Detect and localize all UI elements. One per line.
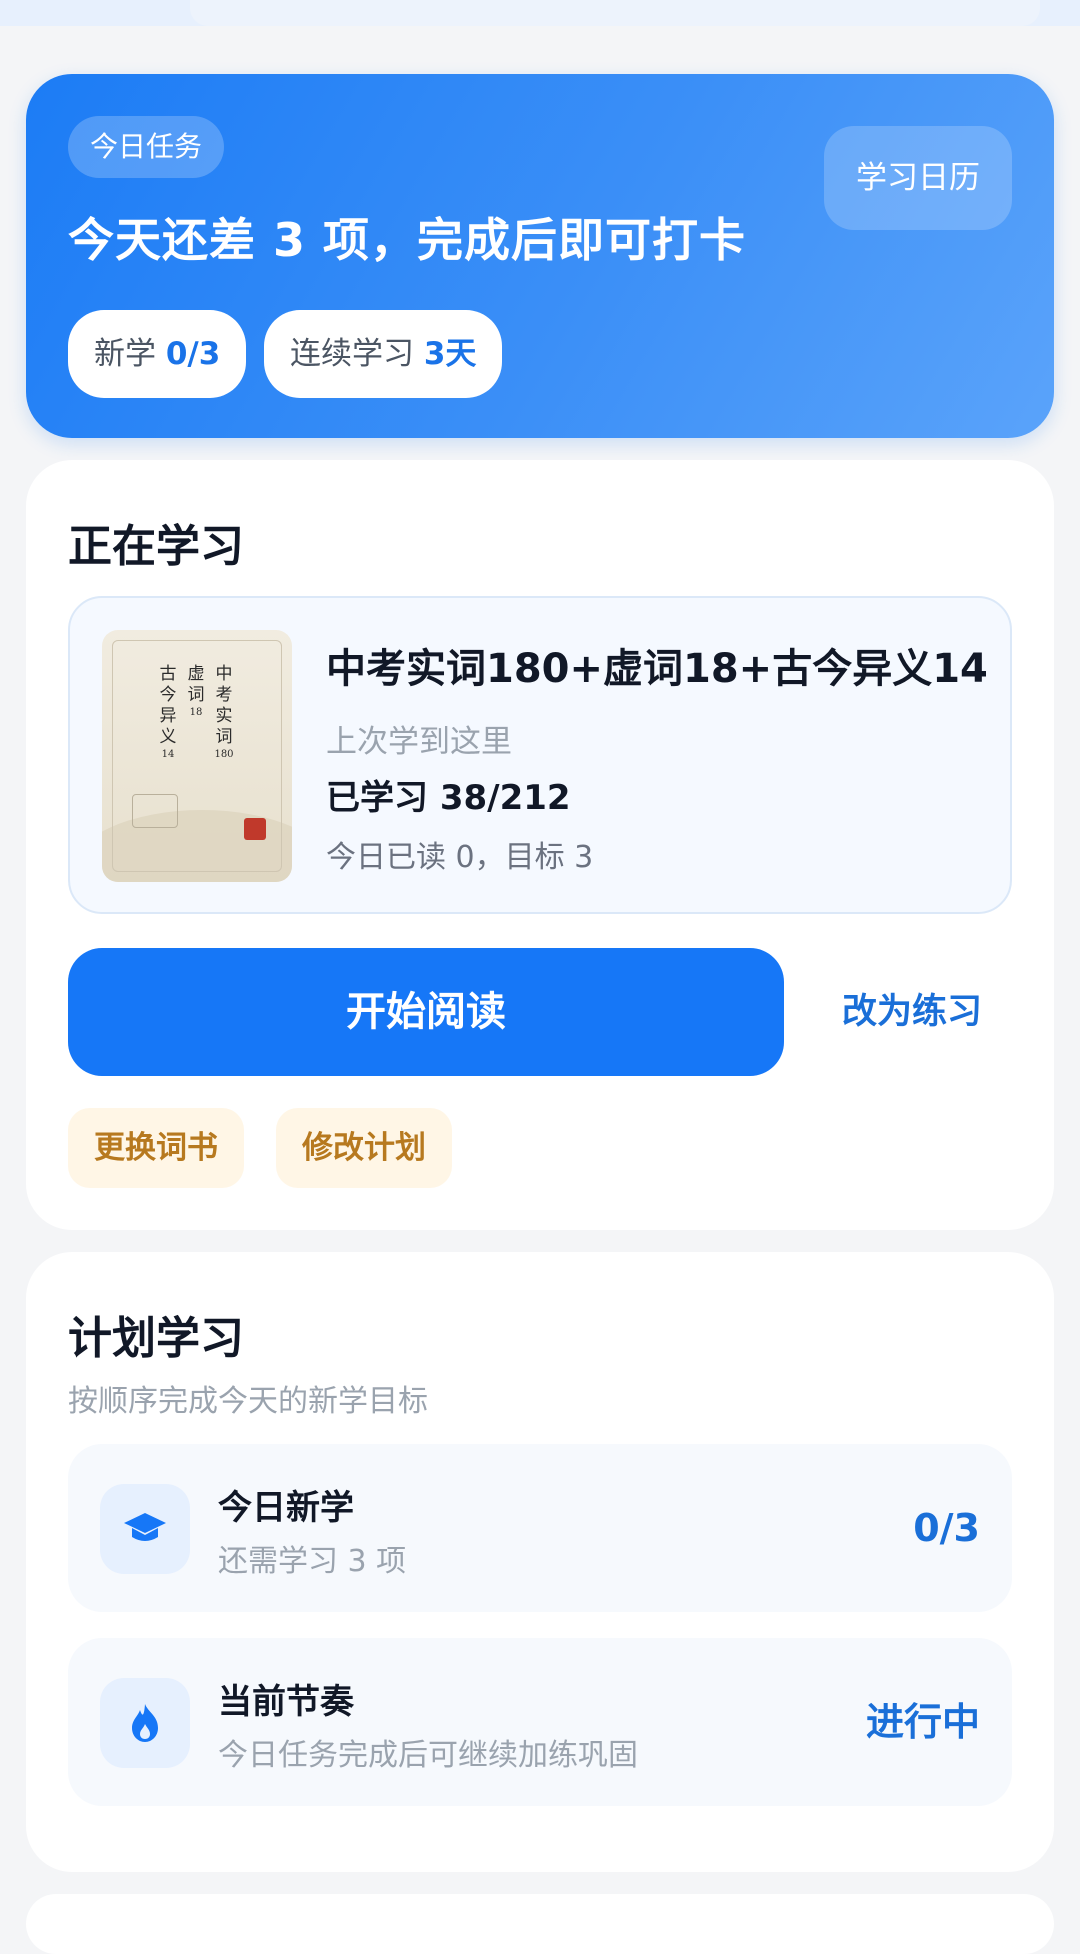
last-position-label: 上次学到这里 (326, 724, 512, 760)
study-calendar-button[interactable]: 学习日历 (824, 126, 1012, 230)
cover-text-col3: 古今异义 14 (159, 664, 177, 760)
graduation-cap-icon (100, 1484, 190, 1574)
flame-icon (100, 1678, 190, 1768)
top-strip (0, 0, 1080, 26)
new-learn-value: 0/3 (165, 336, 221, 372)
plan-item-value: 进行中 (865, 1700, 980, 1744)
plan-item-desc: 今日任务完成后可继续加练巩固 (218, 1738, 638, 1773)
change-book-button[interactable]: 更换词书 (68, 1108, 244, 1188)
studying-title: 正在学习 (68, 521, 244, 572)
plan-item-name: 今日新学 (218, 1488, 354, 1528)
book-progress: 已学习 38/212 (326, 778, 571, 818)
book-title: 中考实词180+虚词18+古今异义14 (326, 646, 988, 692)
plan-title: 计划学习 (68, 1313, 244, 1364)
streak-label: 连续学习 (290, 336, 414, 372)
streak-value: 3天 (423, 336, 477, 372)
plan-item-desc: 还需学习 3 项 (218, 1544, 407, 1579)
new-learn-chip: 新学 0/3 (68, 310, 247, 398)
cover-stamp-icon (132, 794, 178, 828)
cover-text-col1: 中考实词 180 (214, 664, 234, 760)
task-banner: 今日任务 今天还差 3 项，完成后即可打卡 学习日历 新学 0/3 连续学习 3… (26, 74, 1054, 438)
plan-card: 计划学习 按顺序完成今天的新学目标 今日新学 还需学习 3 项 0/3 当前节奏… (26, 1252, 1054, 1872)
cover-seal-icon (244, 818, 266, 840)
top-tab-bar (190, 0, 1040, 26)
plan-item-value: 0/3 (913, 1506, 980, 1550)
plan-subtitle: 按顺序完成今天的新学目标 (68, 1384, 428, 1419)
plan-item-name: 当前节奏 (218, 1682, 354, 1722)
banner-title: 今天还差 3 项，完成后即可打卡 (68, 213, 747, 267)
today-task-chip: 今日任务 (68, 116, 225, 178)
studying-card: 正在学习 中考实词 180 虚词 18 古今异义 14 中考实词180+虚词18… (26, 460, 1054, 1230)
plan-item-today-new[interactable]: 今日新学 还需学习 3 项 0/3 (68, 1444, 1012, 1612)
book-cover: 中考实词 180 虚词 18 古今异义 14 (102, 630, 292, 882)
cover-text-col2: 虚词 18 (187, 664, 205, 718)
modify-plan-button[interactable]: 修改计划 (276, 1108, 452, 1188)
streak-chip: 连续学习 3天 (264, 310, 503, 398)
plan-item-rhythm[interactable]: 当前节奏 今日任务完成后可继续加练巩固 进行中 (68, 1638, 1012, 1806)
today-read-status: 今日已读 0，目标 3 (326, 840, 594, 875)
next-card (26, 1894, 1054, 1954)
switch-to-practice-link[interactable]: 改为练习 (842, 948, 982, 1076)
current-book[interactable]: 中考实词 180 虚词 18 古今异义 14 中考实词180+虚词18+古今异义… (68, 596, 1012, 914)
start-reading-button[interactable]: 开始阅读 (68, 948, 784, 1076)
new-learn-label: 新学 (94, 336, 156, 372)
